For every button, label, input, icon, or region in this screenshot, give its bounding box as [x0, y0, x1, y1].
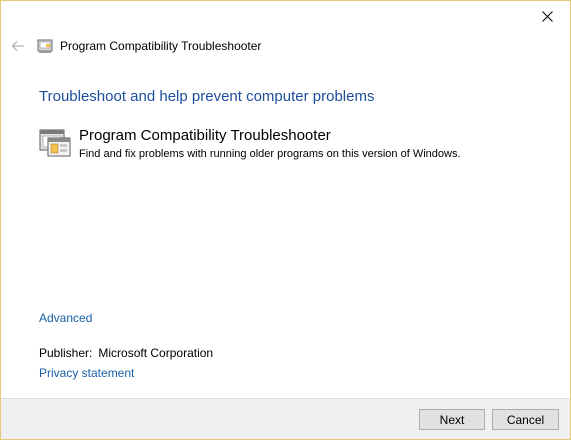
- arrow-left-icon: [11, 41, 24, 51]
- close-button[interactable]: [524, 1, 570, 32]
- window-title: Program Compatibility Troubleshooter: [60, 39, 262, 53]
- program-compatibility-icon: [39, 129, 71, 157]
- cancel-button[interactable]: Cancel: [492, 409, 559, 430]
- troubleshooter-window: Program Compatibility Troubleshooter Tro…: [0, 0, 571, 440]
- publisher-info: Publisher: Microsoft Corporation: [39, 346, 213, 360]
- publisher-value: Microsoft Corporation: [98, 346, 214, 360]
- advanced-link[interactable]: Advanced: [39, 311, 92, 325]
- next-button[interactable]: Next: [419, 409, 485, 430]
- close-icon: [541, 11, 553, 22]
- footer-bar: Next Cancel: [1, 398, 570, 439]
- privacy-statement-link[interactable]: Privacy statement: [39, 366, 134, 380]
- page-heading: Troubleshoot and help prevent computer p…: [39, 88, 375, 105]
- back-button[interactable]: [7, 35, 29, 57]
- publisher-label: Publisher:: [39, 346, 93, 360]
- troubleshooter-icon: [37, 39, 53, 53]
- tool-title: Program Compatibility Troubleshooter: [79, 127, 331, 144]
- tool-description: Find and fix problems with running older…: [79, 148, 461, 160]
